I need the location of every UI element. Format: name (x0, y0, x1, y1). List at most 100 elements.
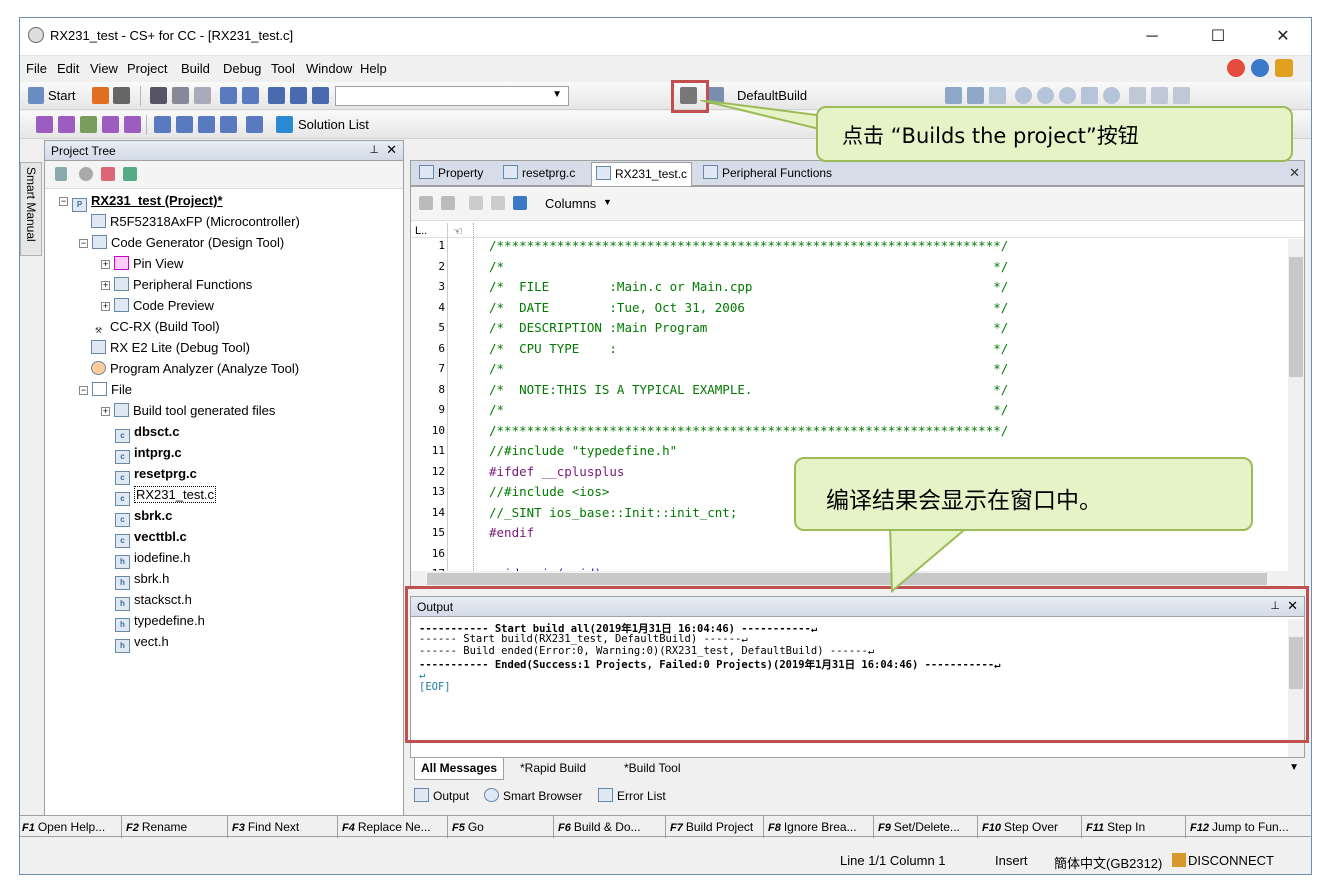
tree-item-file-c[interactable]: c sbrk.c (115, 508, 172, 527)
menu-file[interactable]: File (26, 61, 47, 76)
code-line[interactable]: /* DATE :Tue, Oct 31, 2006 */ (489, 300, 1008, 315)
tree-item-debug-tool[interactable]: RX E2 Lite (Debug Tool) (91, 340, 250, 355)
code-line[interactable]: #endif (489, 525, 534, 540)
window-icon-3[interactable] (198, 116, 215, 133)
window-icon-5[interactable] (246, 116, 263, 133)
replace-icon[interactable] (312, 87, 329, 104)
tree-item-generated-files[interactable]: + Build tool generated files (101, 403, 275, 418)
panel-icon-3[interactable] (80, 116, 97, 133)
code-line[interactable]: /***************************************… (489, 423, 1008, 438)
tab-smart-browser[interactable]: Smart Browser (484, 788, 582, 803)
code-line[interactable]: /* NOTE:THIS IS A TYPICAL EXAMPLE. */ (489, 382, 1008, 397)
scroll-thumb[interactable] (1289, 257, 1303, 377)
expand-icon[interactable]: + (101, 302, 110, 311)
download-icon[interactable] (92, 87, 109, 104)
debug-icon-3[interactable] (989, 87, 1006, 104)
expand-icon[interactable]: + (101, 281, 110, 290)
tree-item-file-c[interactable]: c vecttbl.c (115, 529, 187, 548)
fkey-f9[interactable]: F9 Set/Delete... (876, 816, 978, 838)
code-line[interactable]: /***************************************… (489, 238, 1008, 253)
tree-item-file-h[interactable]: h vect.h (115, 634, 169, 653)
fkey-f8[interactable]: F8 Ignore Brea... (766, 816, 874, 838)
bookmark-next-icon[interactable] (1151, 87, 1168, 104)
menu-edit[interactable]: Edit (57, 61, 79, 76)
step-out-icon[interactable] (1081, 87, 1098, 104)
code-line[interactable]: //#include "typedefine.h" (489, 443, 677, 458)
tree-item-peripheral-functions[interactable]: + Peripheral Functions (101, 277, 252, 292)
fkey-f2[interactable]: F2 Rename (124, 816, 228, 838)
tree-item-file-h[interactable]: h iodefine.h (115, 550, 190, 569)
help-globe-icon[interactable] (1251, 59, 1269, 77)
editor-hscrollbar[interactable] (411, 571, 1288, 587)
start-button[interactable]: Start (48, 88, 75, 103)
editor-vscrollbar[interactable] (1288, 239, 1304, 585)
mark-icon-1[interactable] (419, 196, 433, 210)
code-line[interactable]: /* */ (489, 361, 1008, 376)
fkey-f1[interactable]: F1 Open Help... (20, 816, 122, 838)
step-icon[interactable] (1037, 87, 1054, 104)
property-icon[interactable] (79, 167, 93, 181)
refresh-icon[interactable] (123, 167, 137, 181)
copy-icon[interactable] (172, 87, 189, 104)
search-combo[interactable]: ▼ (335, 86, 569, 106)
tree-item-microcontroller[interactable]: R5F52318AxFP (Microcontroller) (91, 214, 300, 229)
fkey-f10[interactable]: F10 Step Over (980, 816, 1082, 838)
fkey-f7[interactable]: F7 Build Project (668, 816, 764, 838)
expand-icon[interactable]: + (101, 260, 110, 269)
code-line[interactable]: //#include <ios> (489, 484, 609, 499)
menu-view[interactable]: View (90, 61, 118, 76)
code-line[interactable]: /* DESCRIPTION :Main Program */ (489, 320, 1008, 335)
pin-icon[interactable]: ⊥ (369, 143, 379, 156)
tree-item-cc-rx[interactable]: ⚒ CC-RX (Build Tool) (91, 319, 220, 339)
tree-item-file[interactable]: − File (79, 382, 132, 397)
window-icon-1[interactable] (154, 116, 171, 133)
chevron-down-icon[interactable]: ▼ (552, 89, 562, 100)
panel-icon-4[interactable] (102, 116, 119, 133)
collapse-icon[interactable]: − (59, 197, 68, 206)
tab-build-tool[interactable]: *Build Tool (624, 761, 680, 775)
bookmark-prev-icon[interactable] (1173, 87, 1190, 104)
find-in-files-icon[interactable] (290, 87, 307, 104)
bookmark-icon[interactable] (1129, 87, 1146, 104)
panel-icon-5[interactable] (124, 116, 141, 133)
tree-item-file-c[interactable]: c resetprg.c (115, 466, 197, 485)
columns-dropdown-icon[interactable]: ▼ (603, 197, 612, 207)
redo-icon[interactable] (242, 87, 259, 104)
code-line[interactable]: //_SINT ios_base::Init::init_cnt; (489, 505, 737, 520)
fkey-f5[interactable]: F5 Go (450, 816, 554, 838)
collapse-icon[interactable]: − (79, 386, 88, 395)
redo-arrow-icon[interactable] (491, 196, 505, 210)
user-icon[interactable] (101, 167, 115, 181)
close-button[interactable]: ✕ (1260, 24, 1306, 50)
columns-button[interactable]: Columns (545, 196, 596, 211)
menu-help[interactable]: Help (360, 61, 387, 76)
menu-tool[interactable]: Tool (271, 61, 295, 76)
lock-icon[interactable] (1275, 59, 1293, 77)
fkey-f11[interactable]: F11 Step In (1084, 816, 1186, 838)
tree-item-code-generator[interactable]: − Code Generator (Design Tool) (79, 235, 284, 250)
tab-all-messages[interactable]: All Messages (414, 758, 505, 780)
tree-item-program-analyzer[interactable]: Program Analyzer (Analyze Tool) (91, 361, 299, 376)
find-icon[interactable] (268, 87, 285, 104)
tree-item-file-c-selected[interactable]: c RX231_test.c (115, 486, 217, 506)
reset-icon[interactable] (1103, 87, 1120, 104)
mark-icon-2[interactable] (441, 196, 455, 210)
menu-window[interactable]: Window (306, 61, 352, 76)
sort-icon[interactable] (55, 167, 67, 181)
solution-list-icon[interactable] (276, 116, 293, 133)
tab-peripheral-functions[interactable]: Peripheral Functions (703, 165, 832, 180)
tab-output[interactable]: Output (414, 788, 469, 803)
undo-arrow-icon[interactable] (513, 196, 527, 210)
smart-manual-label[interactable]: Smart Manual (24, 167, 38, 242)
tree-item-file-h[interactable]: h stacksct.h (115, 592, 192, 611)
solution-list-button[interactable]: Solution List (298, 117, 369, 132)
minimize-button[interactable]: ─ (1129, 24, 1175, 50)
maximize-button[interactable]: ☐ (1195, 24, 1241, 50)
tree-item-project[interactable]: − P RX231_test (Project)* (59, 193, 223, 212)
editor-close-icon[interactable]: ✕ (1289, 165, 1300, 181)
tab-resetprg[interactable]: resetprg.c (503, 165, 575, 180)
menu-debug[interactable]: Debug (223, 61, 261, 76)
code-line[interactable]: /* CPU TYPE : */ (489, 341, 1008, 356)
tree-item-file-h[interactable]: h sbrk.h (115, 571, 169, 590)
panel-icon-1[interactable] (36, 116, 53, 133)
